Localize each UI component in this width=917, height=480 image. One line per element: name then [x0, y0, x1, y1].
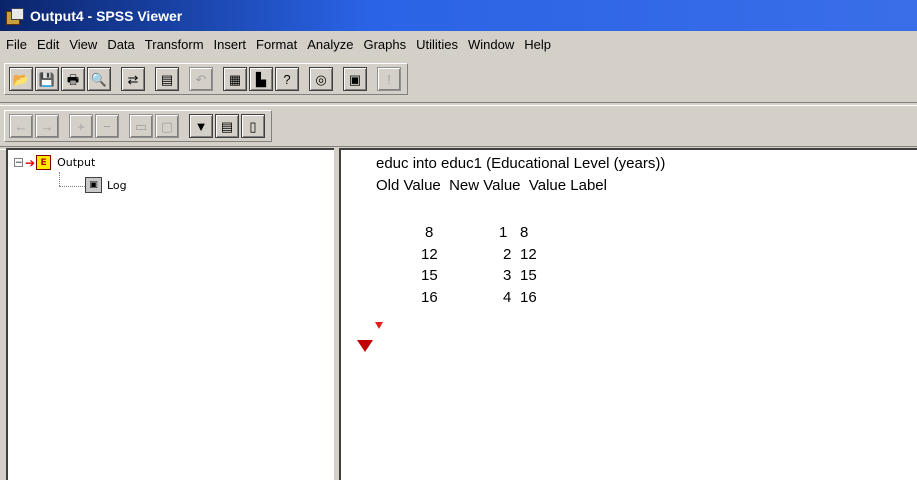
- menu-edit[interactable]: Edit: [32, 37, 64, 52]
- save-button[interactable]: 💾: [35, 67, 59, 91]
- menu-bar: File Edit View Data Transform Insert For…: [0, 31, 917, 57]
- print-preview-button[interactable]: 🔍: [87, 67, 111, 91]
- old-value-2: 12: [421, 246, 438, 263]
- value-label-2: 12: [520, 246, 537, 263]
- menu-transform[interactable]: Transform: [140, 37, 209, 52]
- menu-insert[interactable]: Insert: [209, 37, 252, 52]
- promote-icon: ←: [14, 118, 28, 134]
- export-button[interactable]: ⇄: [121, 67, 145, 91]
- old-value-4: 16: [421, 289, 438, 306]
- title-bar[interactable]: Output4 - SPSS Viewer: [0, 0, 917, 31]
- select-last-output-icon: !: [387, 71, 391, 87]
- show-button[interactable]: ▭: [129, 114, 153, 138]
- outline-pane[interactable]: − ➔ E Output ▣ Log: [6, 148, 334, 480]
- insert-title-icon: ▤: [220, 118, 234, 134]
- menu-utilities[interactable]: Utilities: [411, 37, 463, 52]
- menu-graphs[interactable]: Graphs: [358, 37, 411, 52]
- value-label-3: 15: [520, 267, 537, 284]
- open-folder-button[interactable]: 📂: [9, 67, 33, 91]
- tree-item-output-label: Output: [57, 156, 96, 169]
- insert-title-button[interactable]: ▤: [215, 114, 239, 138]
- standard-toolbar-box: 📂 💾 🖶 🔍 ⇄ ▤ ↶ ▦ ▙? ◎ ▣!: [4, 63, 408, 95]
- old-value-3: 15: [421, 267, 438, 284]
- tree-item-log[interactable]: ▣ Log: [85, 177, 127, 193]
- item-marker-small-icon: [375, 322, 383, 329]
- new-value-1: 1: [499, 224, 508, 241]
- recode-description: educ into educ1 (Educational Level (year…: [376, 155, 666, 172]
- output-book-icon: E: [36, 155, 52, 170]
- dialog-recall-button[interactable]: ▤: [155, 67, 179, 91]
- demote-icon: →: [40, 118, 54, 134]
- menu-data[interactable]: Data: [102, 37, 139, 52]
- insert-text-button[interactable]: ▯: [241, 114, 265, 138]
- designate-window-button[interactable]: ▣: [343, 67, 367, 91]
- promote-button[interactable]: ←: [9, 114, 33, 138]
- collapse-icon[interactable]: −: [14, 158, 23, 168]
- select-last-output-button[interactable]: !: [377, 67, 401, 91]
- menu-file[interactable]: File: [0, 37, 32, 52]
- goto-data-icon: ▦: [228, 71, 242, 87]
- dialog-recall-icon: ▤: [160, 71, 174, 87]
- recode-table-header: Old Value New Value Value Label: [376, 177, 607, 194]
- expand-button[interactable]: +: [69, 114, 93, 138]
- print-button[interactable]: 🖶: [61, 67, 85, 91]
- use-sets-icon: ◎: [315, 71, 327, 87]
- toolbar-divider: [0, 102, 917, 106]
- designate-window-icon: ▣: [348, 71, 362, 87]
- tree-connector: [59, 172, 60, 186]
- export-icon: ⇄: [127, 71, 139, 87]
- value-label-4: 16: [520, 289, 537, 306]
- undo-icon: ↶: [195, 71, 207, 87]
- hide-icon: ▢: [160, 118, 174, 134]
- demote-button[interactable]: →: [35, 114, 59, 138]
- save-icon: 💾: [38, 71, 56, 87]
- old-value-1: 8: [425, 224, 434, 241]
- insert-heading-button[interactable]: ▼: [189, 114, 213, 138]
- collapse-icon: −: [103, 118, 111, 134]
- outline-toolbar: ← → + − ▭ ▢ ▼ ▤ ▯: [4, 109, 272, 143]
- insert-text-icon: ▯: [249, 118, 257, 134]
- collapse-button[interactable]: −: [95, 114, 119, 138]
- new-value-2: 2: [503, 246, 512, 263]
- current-item-arrow-icon: ➔: [25, 155, 36, 170]
- new-value-4: 4: [503, 289, 512, 306]
- window-title: Output4 - SPSS Viewer: [30, 7, 183, 24]
- menu-help[interactable]: Help: [519, 37, 556, 52]
- spss-app-icon[interactable]: [6, 7, 24, 25]
- tree-item-log-label: Log: [107, 178, 127, 192]
- goto-data-button[interactable]: ▦: [223, 67, 247, 91]
- open-folder-icon: 📂: [12, 71, 30, 87]
- value-label-1: 8: [520, 224, 529, 241]
- menu-format[interactable]: Format: [251, 37, 302, 52]
- undo-button[interactable]: ↶: [189, 67, 213, 91]
- print-icon: 🖶: [66, 71, 80, 87]
- output-content-pane[interactable]: educ into educ1 (Educational Level (year…: [339, 148, 917, 480]
- print-preview-icon: 🔍: [90, 71, 108, 87]
- log-icon: ▣: [85, 177, 102, 193]
- insert-heading-icon: ▼: [194, 118, 208, 134]
- menu-window[interactable]: Window: [463, 37, 519, 52]
- goto-chart-icon: ▙: [256, 71, 266, 87]
- tree-item-output[interactable]: − ➔ E Output: [14, 155, 95, 170]
- standard-toolbar: 📂 💾 🖶 🔍 ⇄ ▤ ↶ ▦ ▙? ◎ ▣!: [4, 62, 408, 96]
- outline-toolbar-box: ← → + − ▭ ▢ ▼ ▤ ▯: [4, 110, 272, 142]
- new-value-3: 3: [503, 267, 512, 284]
- goto-chart-button[interactable]: ▙: [249, 67, 273, 91]
- use-sets-button[interactable]: ◎: [309, 67, 333, 91]
- insertion-point-icon: [357, 340, 373, 352]
- menu-analyze[interactable]: Analyze: [302, 37, 358, 52]
- expand-icon: +: [77, 118, 85, 134]
- show-icon: ▭: [134, 118, 148, 134]
- menu-view[interactable]: View: [64, 37, 102, 52]
- variables-button[interactable]: ?: [275, 67, 299, 91]
- variables-icon: ?: [283, 71, 291, 87]
- tree-connector-h: [59, 186, 85, 187]
- hide-button[interactable]: ▢: [155, 114, 179, 138]
